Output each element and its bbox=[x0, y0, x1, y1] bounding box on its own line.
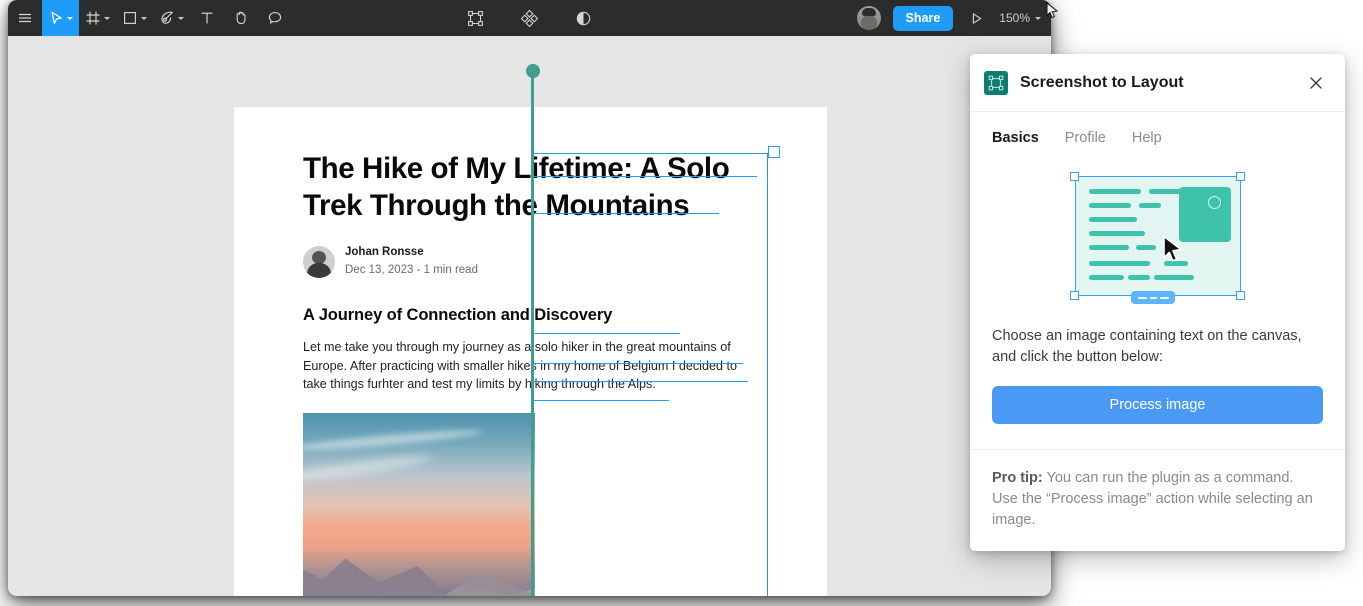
toolbar-left-group bbox=[8, 0, 292, 36]
figma-toolbar: Share 150% bbox=[8, 0, 1051, 36]
comment-bubble-icon bbox=[267, 10, 283, 26]
frame-tool-button[interactable] bbox=[79, 0, 116, 36]
process-image-button[interactable]: Process image bbox=[992, 386, 1323, 424]
illustration-size-badge bbox=[1130, 291, 1175, 304]
text-bar bbox=[1088, 231, 1145, 236]
text-bar bbox=[1135, 245, 1156, 250]
move-tool-button[interactable] bbox=[42, 0, 79, 36]
pen-tool-button[interactable] bbox=[153, 0, 190, 36]
text-bar bbox=[1088, 261, 1150, 266]
text-bar bbox=[1088, 245, 1129, 250]
cursor-arrow-icon bbox=[1046, 1, 1060, 22]
tab-basics[interactable]: Basics bbox=[992, 130, 1039, 152]
dash-mark bbox=[1159, 296, 1169, 299]
text-tool-button[interactable] bbox=[190, 0, 224, 36]
figma-window: Share 150% The Hike of My Lifetime: A So… bbox=[8, 0, 1051, 596]
user-avatar[interactable] bbox=[856, 6, 881, 30]
plugin-description: Choose an image containing text on the c… bbox=[992, 328, 1302, 365]
toolbar-right-group: Share 150% bbox=[856, 0, 1041, 36]
hand-tool-button[interactable] bbox=[224, 0, 258, 36]
pen-icon bbox=[159, 10, 175, 26]
chevron-down-icon bbox=[141, 17, 147, 20]
text-bar bbox=[1138, 203, 1161, 208]
dash-mark bbox=[1137, 296, 1147, 299]
pro-tip-text: Pro tip: You can run the plugin as a com… bbox=[992, 468, 1323, 531]
chevron-down-icon bbox=[67, 17, 73, 20]
tab-profile[interactable]: Profile bbox=[1065, 130, 1106, 152]
illustration-frame bbox=[1074, 176, 1241, 296]
author-name: Johan Ronsse bbox=[345, 246, 424, 258]
component-diamond-icon bbox=[521, 9, 538, 27]
cursor-arrow-icon bbox=[48, 10, 64, 26]
hamburger-menu-icon bbox=[17, 10, 33, 26]
component-selection-tool-button[interactable] bbox=[459, 0, 493, 36]
chevron-down-icon bbox=[1035, 17, 1041, 20]
screen-root: Share 150% The Hike of My Lifetime: A So… bbox=[0, 0, 1363, 606]
plugin-tabs: Basics Profile Help bbox=[970, 112, 1345, 152]
cloud-shape bbox=[303, 426, 484, 453]
square-icon bbox=[122, 10, 138, 26]
illustration-resize-handle[interactable] bbox=[1070, 171, 1079, 181]
mask-tool-button[interactable] bbox=[567, 0, 601, 36]
zoom-level-label: 150% bbox=[999, 11, 1030, 25]
dash-mark bbox=[1149, 296, 1157, 299]
illustration-resize-handle[interactable] bbox=[1235, 291, 1245, 300]
contrast-half-circle-icon bbox=[575, 10, 592, 27]
text-bar bbox=[1127, 275, 1150, 280]
mountain-shape bbox=[303, 558, 463, 596]
chevron-down-icon bbox=[104, 17, 110, 20]
selection-resize-handle[interactable] bbox=[768, 146, 780, 158]
sunset-mountains-photo bbox=[303, 412, 535, 596]
shape-tool-button[interactable] bbox=[116, 0, 153, 36]
text-bar bbox=[1088, 275, 1124, 280]
plugin-panel: Screenshot to Layout Basics Profile Help bbox=[970, 54, 1345, 551]
zoom-level-control[interactable]: 150% bbox=[999, 11, 1041, 25]
selection-nodes-icon bbox=[467, 10, 484, 27]
text-bar bbox=[1153, 275, 1194, 280]
byline-text: Johan Ronsse Dec 13, 2023 - 1 min read bbox=[345, 245, 478, 278]
share-button[interactable]: Share bbox=[892, 5, 954, 31]
alignment-guide-handle[interactable] bbox=[525, 64, 540, 78]
text-bar bbox=[1088, 217, 1137, 222]
pro-tip-label: Pro tip: bbox=[992, 470, 1043, 486]
layout-preview-illustration bbox=[1069, 170, 1247, 304]
screenshot-to-layout-logo-icon bbox=[984, 70, 1008, 95]
plugin-header: Screenshot to Layout bbox=[970, 54, 1345, 112]
plugin-footer: Pro tip: You can run the plugin as a com… bbox=[970, 449, 1345, 551]
figma-canvas[interactable]: The Hike of My Lifetime: A Solo Trek Thr… bbox=[8, 36, 1051, 596]
text-bar bbox=[1088, 189, 1141, 194]
text-bar bbox=[1088, 203, 1131, 208]
frame-icon bbox=[85, 10, 101, 26]
tab-help[interactable]: Help bbox=[1132, 130, 1162, 152]
close-icon[interactable] bbox=[1305, 72, 1327, 94]
plugin-body: Choose an image containing text on the c… bbox=[970, 152, 1345, 449]
hand-icon bbox=[233, 10, 249, 26]
component-tool-button[interactable] bbox=[513, 0, 547, 36]
article-meta: Dec 13, 2023 - 1 min read bbox=[345, 263, 478, 276]
chevron-down-icon bbox=[178, 17, 184, 20]
sun-circle-icon bbox=[1207, 196, 1221, 209]
illustration-resize-handle[interactable] bbox=[1070, 291, 1079, 300]
picture-mountain-icon bbox=[1178, 187, 1231, 242]
author-avatar bbox=[303, 245, 335, 278]
text-T-icon bbox=[199, 10, 215, 26]
selection-rectangle bbox=[532, 153, 768, 596]
plugin-title: Screenshot to Layout bbox=[1020, 73, 1184, 91]
cloud-shape bbox=[303, 450, 434, 485]
present-button[interactable] bbox=[965, 0, 987, 36]
play-triangle-icon bbox=[969, 11, 984, 26]
illustration-resize-handle[interactable] bbox=[1235, 171, 1245, 181]
main-menu-button[interactable] bbox=[8, 0, 42, 36]
comment-tool-button[interactable] bbox=[258, 0, 292, 36]
